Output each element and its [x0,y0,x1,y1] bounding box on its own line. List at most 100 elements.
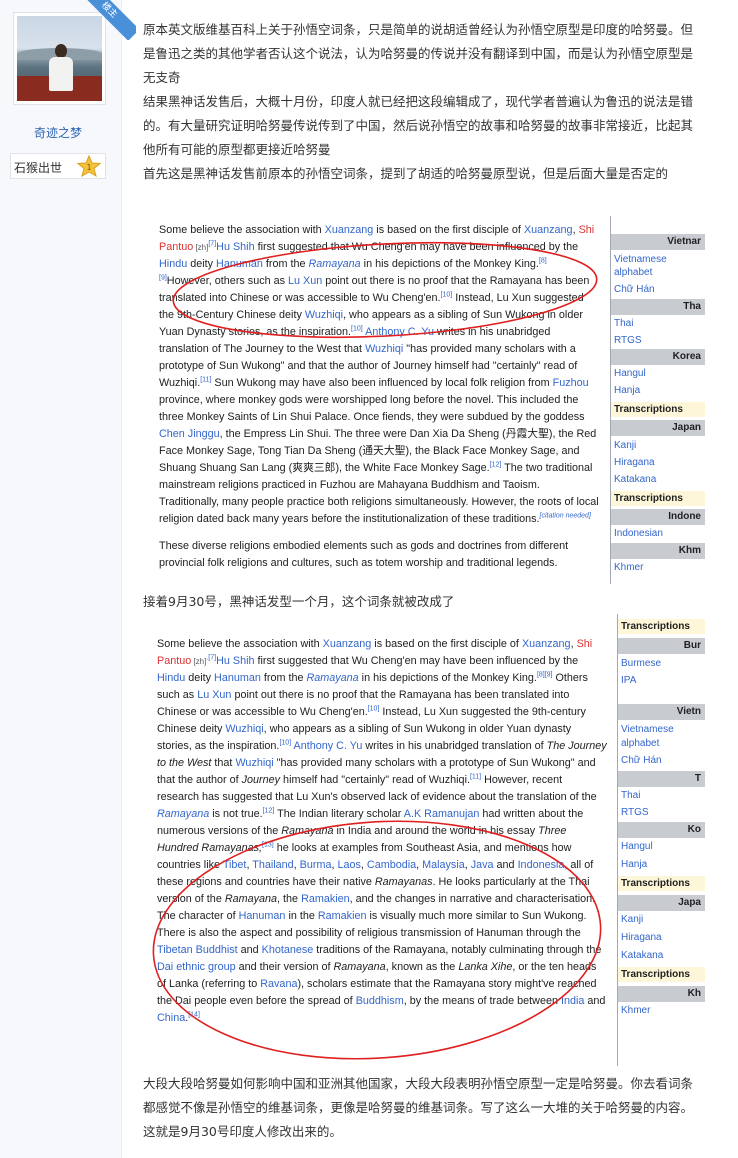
wiki-link[interactable]: Ravana [260,978,297,990]
user-sidebar: 楼主 奇迹之梦 石猴出世 1 [0,0,136,1158]
wiki-link[interactable]: Ramakien [301,893,350,905]
infobox-item[interactable]: Kanji [614,440,636,452]
post-body-conclusion: 大段大段哈努曼如何影响中国和亚洲其他国家，大段大段表明孙悟空原型一定是哈努曼。你… [143,1072,705,1144]
post-paragraph-3: 首先这是黑神话发售前原本的孙悟空词条，提到了胡适的哈努曼原型说，但是后面大量是否… [143,166,669,181]
wiki-link[interactable]: Indonesia [518,859,565,871]
infobox-item[interactable]: RTGS [621,807,649,819]
wiki-link[interactable]: Wuzhiqi [365,343,403,355]
wiki-link[interactable]: Tibetan Buddhist [157,944,238,956]
wiki-link[interactable]: Hanuman [239,910,286,922]
post-caption: 接着9月30号，黑神话发型一个月，这个词条就被改成了 [143,590,705,614]
wiki-link[interactable]: Ramayana [157,808,209,820]
post-paragraph-final: 大段大段哈努曼如何影响中国和亚洲其他国家，大段大段表明孙悟空原型一定是哈努曼。你… [143,1076,694,1139]
infobox-item[interactable]: alphabet [621,738,659,750]
wiki-link[interactable]: Buddhism [356,995,404,1007]
wiki-link[interactable]: Anthony C. Yu [291,740,363,752]
infobox-heading: Bur [618,638,705,654]
infobox-item[interactable]: Hanja [621,859,647,871]
infobox-item[interactable]: Hiragana [621,932,662,944]
wiki-link[interactable]: Malaysia [422,859,465,871]
infobox-item[interactable]: Indonesian [614,528,663,540]
wiki-infobox-after: Transcriptions Bur Burmese IPA Vietn Vie… [617,614,705,1066]
wiki-link[interactable]: Tibet [223,859,247,871]
wiki-link[interactable]: Ramakien [318,910,367,922]
infobox-item[interactable]: Katakana [614,474,656,486]
infobox-item[interactable]: Burmese [621,658,661,670]
wiki-link[interactable]: Java [471,859,494,871]
infobox-subheading: Transcriptions [618,619,705,634]
wiki-link[interactable]: Hu Shih [216,655,254,667]
infobox-item[interactable]: Vietnamese [614,254,667,266]
wiki-link[interactable]: A.K Ramanujan [404,808,480,820]
level-number: 1 [86,163,91,172]
wiki-link[interactable]: Hanuman [214,672,261,684]
wiki-link[interactable]: Wuzhiqi [225,723,263,735]
wiki-infobox-before: Vietnar Vietnamese alphabet Chữ Hán Tha … [610,216,705,584]
wiki-link[interactable]: Thailand [252,859,293,871]
infobox-item[interactable]: Thai [614,318,633,330]
infobox-item[interactable]: Vietnamese [621,724,674,736]
infobox-heading: T [618,771,705,787]
wiki-link[interactable]: Chen Jinggu [159,428,220,440]
wiki-link[interactable]: Lu Xun [288,275,322,287]
wiki-link[interactable]: Hanuman [216,258,263,270]
wiki-link[interactable]: Wuzhiqi [235,757,273,769]
infobox-item[interactable]: Khmer [621,1005,650,1017]
wiki-link[interactable]: Dai ethnic group [157,961,236,973]
wiki-link[interactable]: Ramayana [306,672,358,684]
wiki-link[interactable]: Wuzhiqi [305,309,343,321]
wiki-link[interactable]: Xuanzang [323,638,372,650]
infobox-heading: Ko [618,822,705,838]
post-paragraph-2: 结果黑神话发售后，大概十月份，印度人就已经把这段编辑成了，现代学者普遍认为鲁迅的… [143,94,694,157]
wiki-screenshot-after: Some believe the association with Xuanza… [145,614,705,1066]
user-level-badge[interactable]: 石猴出世 1 [10,153,106,179]
infobox-subheading: Transcriptions [611,402,705,417]
infobox-item[interactable]: Hiragana [614,457,655,469]
wiki-link[interactable]: Ramayana [308,258,360,270]
post-paragraph-caption: 接着9月30号，黑神话发型一个月，这个词条就被改成了 [143,594,455,609]
wiki-link[interactable]: Xuanzang [522,638,571,650]
infobox-item[interactable]: alphabet [614,267,652,279]
wiki-link[interactable]: Hindu [157,672,185,684]
infobox-item[interactable]: Hangul [621,841,653,853]
op-badge-label: 楼主 [80,0,136,40]
wiki-link[interactable]: Xuanzang [524,224,573,236]
infobox-item[interactable]: Chữ Hán [614,284,655,296]
infobox-item[interactable]: Kanji [621,914,643,926]
wiki-article-text-after: Some believe the association with Xuanza… [157,638,607,1024]
wiki-link[interactable]: India [561,995,584,1007]
wiki-link[interactable]: Cambodia [367,859,416,871]
infobox-item[interactable]: Hangul [614,368,646,380]
wiki-link[interactable]: Burma [300,859,332,871]
wiki-link[interactable]: Xuanzang [325,224,374,236]
infobox-heading: Indone [611,509,705,525]
infobox-item[interactable]: Thai [621,790,640,802]
infobox-item[interactable]: IPA [621,675,636,687]
username-link[interactable]: 奇迹之梦 [0,124,116,141]
infobox-heading: Tha [611,299,705,315]
infobox-heading: Korea [611,349,705,365]
wiki-link[interactable]: Lu Xun [197,689,231,701]
infobox-item[interactable]: Khmer [614,562,643,574]
wiki-screenshot-before: Some believe the association with Xuanza… [145,216,705,584]
infobox-heading: Japan [611,420,705,436]
infobox-heading: Kh [618,986,705,1002]
wiki-link[interactable]: China [157,1012,185,1024]
infobox-item[interactable]: Katakana [621,950,663,962]
infobox-heading: Japa [618,895,705,911]
infobox-heading: Vietnar [611,234,705,250]
wiki-link[interactable]: Fuzhou [553,377,589,389]
infobox-item[interactable]: Hanja [614,385,640,397]
wiki-link[interactable]: Khotanese [262,944,314,956]
wiki-link[interactable]: Hindu [159,258,187,270]
infobox-item[interactable]: RTGS [614,335,642,347]
wiki-link[interactable]: Laos [337,859,360,871]
infobox-subheading: Transcriptions [618,876,705,891]
wiki-article-text-before: Some believe the association with Xuanza… [159,224,599,569]
infobox-heading: Khm [611,543,705,559]
wiki-link[interactable]: Anthony C. Yu [363,326,434,338]
op-badge: 楼主 [80,0,136,40]
wiki-link[interactable]: Hu Shih [216,241,254,253]
infobox-subheading: Transcriptions [611,491,705,506]
infobox-item[interactable]: Chữ Hán [621,755,662,767]
